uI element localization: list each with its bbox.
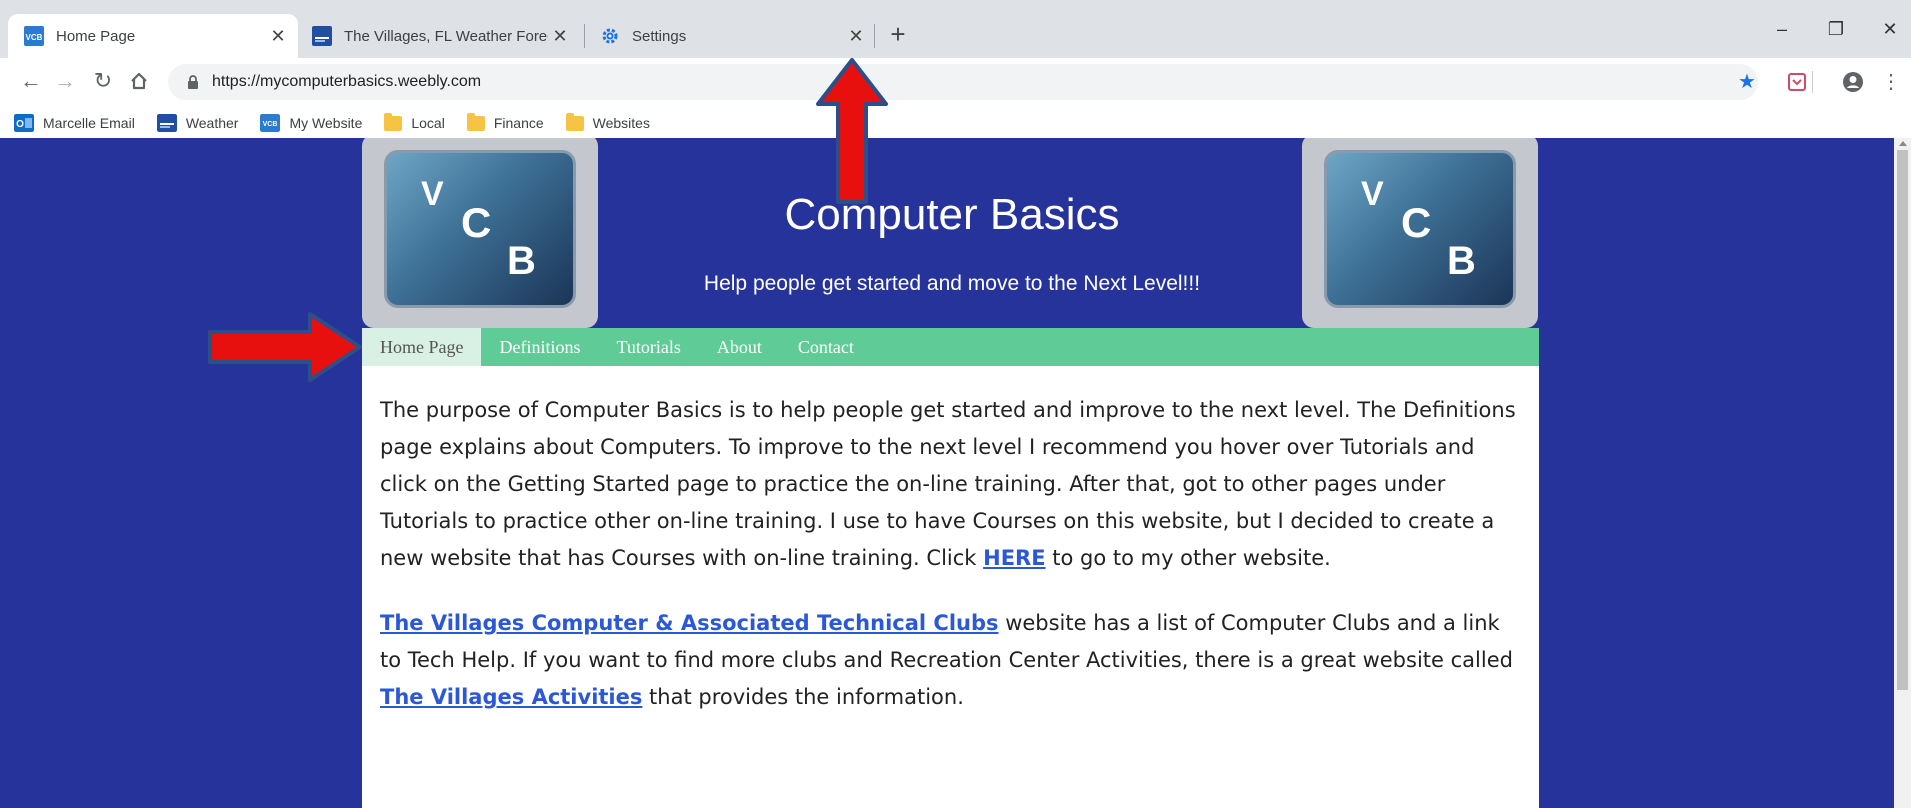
- logo-letter-b: B: [507, 239, 536, 283]
- logo-letter-v: V: [1361, 175, 1384, 213]
- back-button[interactable]: ←: [14, 64, 48, 98]
- nav-tutorials[interactable]: Tutorials: [598, 328, 698, 366]
- svg-text:VCB: VCB: [26, 33, 43, 42]
- nav-about[interactable]: About: [699, 328, 780, 366]
- scrollbar-thumb[interactable]: [1897, 150, 1908, 690]
- new-tab-button[interactable]: +: [884, 17, 912, 51]
- here-link[interactable]: HERE: [983, 546, 1045, 570]
- settings-gear-icon: [602, 28, 618, 44]
- folder-icon: [384, 112, 403, 131]
- logo-letter-c: C: [461, 199, 492, 246]
- home-icon: [131, 72, 147, 90]
- bookmark-label: Websites: [592, 115, 650, 131]
- site-tagline: Help people get started and move to the …: [703, 272, 1201, 295]
- tab-strip: VCB Home Page ✕ The Villages, FL Weather…: [0, 0, 1911, 58]
- toolbar-divider: [1810, 64, 1814, 100]
- bookmark-label: Local: [411, 115, 445, 131]
- bookmark-my-website[interactable]: VCB My Website: [260, 114, 362, 132]
- intro-text: The purpose of Computer Basics is to hel…: [380, 398, 1516, 570]
- bookmark-weather[interactable]: Weather: [156, 114, 239, 132]
- site-header: V C B Computer Basics Help people get st…: [362, 138, 1539, 328]
- bookmark-folder-finance[interactable]: Finance: [466, 112, 544, 131]
- main-content: The purpose of Computer Basics is to hel…: [362, 366, 1539, 808]
- outlook-icon: O: [14, 114, 34, 132]
- bookmark-folder-local[interactable]: Local: [384, 112, 445, 131]
- bookmark-label: Marcelle Email: [43, 115, 135, 131]
- menu-kebab-icon[interactable]: ⋮: [1874, 64, 1908, 100]
- home-button[interactable]: [122, 64, 156, 98]
- forward-button[interactable]: →: [48, 64, 82, 98]
- tab-separator: [584, 24, 585, 48]
- svg-text:O: O: [16, 119, 24, 130]
- tab-title: Home Page: [56, 27, 136, 45]
- tab-settings[interactable]: Settings ✕: [594, 14, 874, 58]
- intro-text-end: to go to my other website.: [1045, 546, 1331, 570]
- address-bar[interactable]: https://mycomputerbasics.weebly.com: [168, 64, 1758, 100]
- clubs-paragraph: The Villages Computer & Associated Techn…: [380, 605, 1519, 716]
- url-text: https://mycomputerbasics.weebly.com: [212, 73, 482, 90]
- close-window-button[interactable]: ✕: [1870, 14, 1910, 44]
- site-title: Computer Basics: [784, 190, 1120, 239]
- lock-icon: [184, 75, 202, 89]
- logo-letter-c: C: [1401, 199, 1432, 246]
- site-nav: Home Page Definitions Tutorials About Co…: [362, 328, 1539, 366]
- reload-button[interactable]: ↻: [86, 64, 120, 98]
- weather-icon: [156, 114, 177, 132]
- bookmark-label: Weather: [185, 115, 239, 131]
- villages-activities-link[interactable]: The Villages Activities: [380, 685, 642, 709]
- close-tab-icon[interactable]: ✕: [548, 26, 572, 47]
- tab-separator: [874, 24, 875, 48]
- annotation-arrow-right: [208, 312, 362, 382]
- vcb-logo-tile: V C B: [384, 150, 576, 308]
- minimize-button[interactable]: –: [1762, 14, 1802, 44]
- scroll-up-arrow-icon[interactable]: [1899, 141, 1907, 146]
- tab-home-page[interactable]: VCB Home Page ✕: [8, 14, 298, 58]
- annotation-arrow-up: [816, 58, 888, 204]
- tab-title: The Villages, FL Weather Forecast: [344, 27, 548, 45]
- svg-text:VCB: VCB: [263, 121, 278, 128]
- bookmarks-bar: O Marcelle Email Weather VCB My Website …: [0, 108, 1911, 138]
- bookmark-star-icon[interactable]: ★: [1730, 64, 1764, 100]
- web-page: V C B Computer Basics Help people get st…: [0, 138, 1894, 808]
- vcb-icon: VCB: [24, 26, 44, 46]
- vcb-logo-tile: V C B: [1324, 150, 1516, 308]
- site-logo-right: V C B: [1302, 138, 1538, 328]
- clubs-text-end: that provides the information.: [642, 685, 964, 709]
- bookmark-label: My Website: [289, 115, 363, 131]
- site-logo-left: V C B: [362, 138, 598, 328]
- bookmark-marcelle-email[interactable]: O Marcelle Email: [14, 114, 135, 132]
- weather-icon: [312, 26, 332, 46]
- profile-icon[interactable]: [1836, 64, 1870, 100]
- tab-title: Settings: [632, 27, 687, 45]
- page-scrollbar[interactable]: [1894, 138, 1911, 808]
- close-tab-icon[interactable]: ✕: [844, 26, 868, 47]
- bookmark-label: Finance: [493, 115, 544, 131]
- tab-weather[interactable]: The Villages, FL Weather Forecast ✕: [306, 14, 578, 58]
- restore-button[interactable]: ❐: [1816, 14, 1856, 44]
- intro-paragraph: The purpose of Computer Basics is to hel…: [380, 392, 1519, 577]
- logo-letter-b: B: [1447, 239, 1476, 283]
- bookmark-folder-websites[interactable]: Websites: [565, 112, 650, 131]
- nav-home-page[interactable]: Home Page: [362, 328, 482, 366]
- logo-letter-v: V: [421, 175, 444, 213]
- close-tab-icon[interactable]: ✕: [266, 26, 290, 47]
- folder-icon: [466, 112, 485, 131]
- extension-icon[interactable]: [1780, 64, 1814, 100]
- browser-toolbar: ← → ↻ https://mycomputerbasics.weebly.co…: [0, 58, 1911, 108]
- nav-contact[interactable]: Contact: [780, 328, 872, 366]
- folder-icon: [565, 112, 584, 131]
- nav-definitions[interactable]: Definitions: [481, 328, 598, 366]
- villages-computer-clubs-link[interactable]: The Villages Computer & Associated Techn…: [380, 611, 999, 635]
- vcb-icon: VCB: [260, 114, 281, 132]
